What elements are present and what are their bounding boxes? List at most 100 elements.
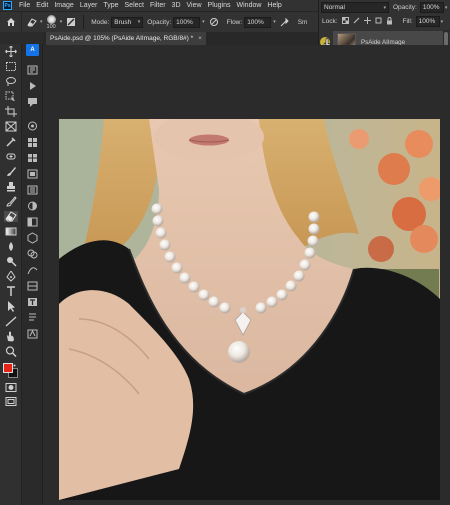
airbrush-icon[interactable] bbox=[279, 16, 291, 28]
brush-tip-icon bbox=[46, 14, 56, 24]
photoshop-logo: Ps bbox=[3, 1, 12, 10]
spot-healing-tool-icon[interactable] bbox=[4, 151, 18, 162]
chevron-down-icon: ▾ bbox=[383, 4, 386, 11]
screen-mode-icon[interactable] bbox=[4, 396, 18, 407]
history-panel-icon[interactable] bbox=[26, 64, 39, 76]
gradient-tool-icon[interactable] bbox=[4, 226, 18, 237]
close-tab-icon[interactable]: × bbox=[198, 35, 202, 42]
lock-label: Lock: bbox=[322, 18, 338, 25]
document-title: PsAide.psd @ 105% (PsAide AIImage, RGB/8… bbox=[50, 35, 194, 42]
psaide-plugin-icon[interactable]: A bbox=[26, 44, 39, 56]
opacity-value: 100% bbox=[176, 18, 193, 26]
foreground-color-chip[interactable] bbox=[3, 363, 13, 373]
tools-panel bbox=[0, 44, 22, 505]
paths-panel-icon[interactable] bbox=[26, 264, 39, 276]
menu-filter[interactable]: Filter bbox=[147, 2, 169, 9]
layer-opacity-label: Opacity: bbox=[393, 4, 417, 11]
lock-position-icon[interactable] bbox=[363, 17, 371, 26]
dodge-tool-icon[interactable] bbox=[4, 256, 18, 267]
flow-value: 100% bbox=[247, 18, 264, 26]
pressure-opacity-icon[interactable] bbox=[208, 16, 220, 28]
frame-tool-icon[interactable] bbox=[4, 121, 18, 132]
flow-field[interactable]: 100% bbox=[244, 16, 272, 28]
brush-tool-icon[interactable] bbox=[4, 166, 18, 177]
menu-view[interactable]: View bbox=[184, 2, 205, 9]
chevron-down-icon[interactable]: ▾ bbox=[445, 5, 448, 11]
libraries-panel-icon[interactable] bbox=[26, 216, 39, 228]
zoom-tool-icon[interactable] bbox=[4, 346, 18, 357]
opacity-field[interactable]: 100% bbox=[173, 16, 201, 28]
home-icon bbox=[6, 18, 15, 26]
mode-select[interactable]: Brush ▾ bbox=[111, 16, 144, 28]
menu-help[interactable]: Help bbox=[264, 2, 284, 9]
menu-image[interactable]: Image bbox=[51, 2, 76, 9]
chevron-down-icon: ▾ bbox=[137, 19, 141, 25]
mode-value: Brush bbox=[114, 18, 132, 26]
crop-tool-icon[interactable] bbox=[4, 106, 18, 117]
menu-3d[interactable]: 3D bbox=[169, 2, 184, 9]
eyedropper-tool-icon[interactable] bbox=[4, 136, 18, 147]
gradients-panel-icon[interactable] bbox=[26, 152, 39, 164]
line-tool-icon[interactable] bbox=[4, 316, 18, 327]
3d-panel-icon[interactable] bbox=[26, 232, 39, 244]
swatches-panel-icon[interactable] bbox=[26, 136, 39, 148]
blend-mode-select[interactable]: Normal ▾ bbox=[321, 2, 389, 13]
menu-layer[interactable]: Layer bbox=[77, 2, 101, 9]
menu-select[interactable]: Select bbox=[122, 2, 147, 9]
lock-transparent-icon[interactable] bbox=[341, 17, 349, 26]
channels-panel-icon[interactable] bbox=[26, 248, 39, 260]
document-canvas[interactable] bbox=[59, 119, 440, 500]
chevron-down-icon[interactable]: ▾ bbox=[441, 19, 444, 25]
options-bar: ▾ 100 ▾ Mode: Brush ▾ Opacity: 100% ▾ Fl… bbox=[0, 11, 318, 33]
adjustments-panel-icon[interactable] bbox=[26, 200, 39, 212]
blur-tool-icon[interactable] bbox=[4, 241, 18, 252]
paragraph-panel-icon[interactable] bbox=[26, 312, 39, 324]
color-panel-icon[interactable] bbox=[26, 120, 39, 132]
fill-field[interactable]: 100% bbox=[415, 16, 440, 27]
path-selection-tool-icon[interactable] bbox=[4, 301, 18, 312]
plugin-toolbar: A bbox=[22, 44, 43, 505]
menu-file[interactable]: File bbox=[16, 2, 33, 9]
menu-window[interactable]: Window bbox=[234, 2, 265, 9]
layer-opacity-field[interactable]: 100% bbox=[419, 2, 444, 13]
eraser-tool-icon[interactable] bbox=[4, 211, 18, 222]
properties-panel-icon[interactable] bbox=[26, 184, 39, 196]
lock-all-icon[interactable] bbox=[386, 16, 393, 27]
marquee-tool-icon[interactable] bbox=[4, 61, 18, 72]
layer-opacity-value: 100% bbox=[422, 4, 440, 11]
home-button[interactable] bbox=[0, 11, 22, 33]
object-selection-tool-icon[interactable] bbox=[4, 91, 18, 102]
flow-label: Flow: bbox=[226, 18, 243, 26]
lock-pixels-icon[interactable] bbox=[353, 17, 360, 26]
brush-settings-icon[interactable] bbox=[65, 16, 77, 28]
type-tool-icon[interactable] bbox=[4, 286, 18, 297]
menu-plugins[interactable]: Plugins bbox=[205, 2, 234, 9]
smoothing-label: Sm bbox=[297, 18, 308, 26]
character-panel-icon[interactable] bbox=[26, 296, 39, 308]
clone-stamp-tool-icon[interactable] bbox=[4, 181, 18, 192]
lasso-tool-icon[interactable] bbox=[4, 76, 18, 87]
menu-type[interactable]: Type bbox=[100, 2, 121, 9]
lock-artboard-icon[interactable] bbox=[375, 17, 382, 26]
patterns-panel-icon[interactable] bbox=[26, 168, 39, 180]
move-tool-icon[interactable] bbox=[4, 46, 18, 57]
divider bbox=[83, 15, 85, 29]
hand-tool-icon[interactable] bbox=[4, 331, 18, 342]
menu-edit[interactable]: Edit bbox=[33, 2, 51, 9]
actions-panel-icon[interactable] bbox=[26, 80, 39, 92]
chevron-down-icon[interactable]: ▾ bbox=[202, 19, 205, 25]
chevron-down-icon[interactable]: ▾ bbox=[40, 19, 43, 25]
pen-tool-icon[interactable] bbox=[4, 271, 18, 282]
eraser-tool-icon[interactable] bbox=[25, 16, 37, 28]
comments-panel-icon[interactable] bbox=[26, 96, 39, 108]
layers-panel-icon[interactable] bbox=[26, 280, 39, 292]
fill-value: 100% bbox=[418, 18, 436, 25]
quick-mask-icon[interactable] bbox=[4, 382, 18, 393]
brush-preset-picker[interactable]: 100 bbox=[46, 14, 56, 30]
document-tab[interactable]: PsAide.psd @ 105% (PsAide AIImage, RGB/8… bbox=[46, 32, 206, 45]
chevron-down-icon[interactable]: ▾ bbox=[273, 19, 276, 25]
fill-label: Fill: bbox=[402, 18, 413, 25]
chevron-down-icon[interactable]: ▾ bbox=[60, 19, 63, 25]
history-brush-tool-icon[interactable] bbox=[4, 196, 18, 207]
glyphs-panel-icon[interactable] bbox=[26, 328, 39, 340]
